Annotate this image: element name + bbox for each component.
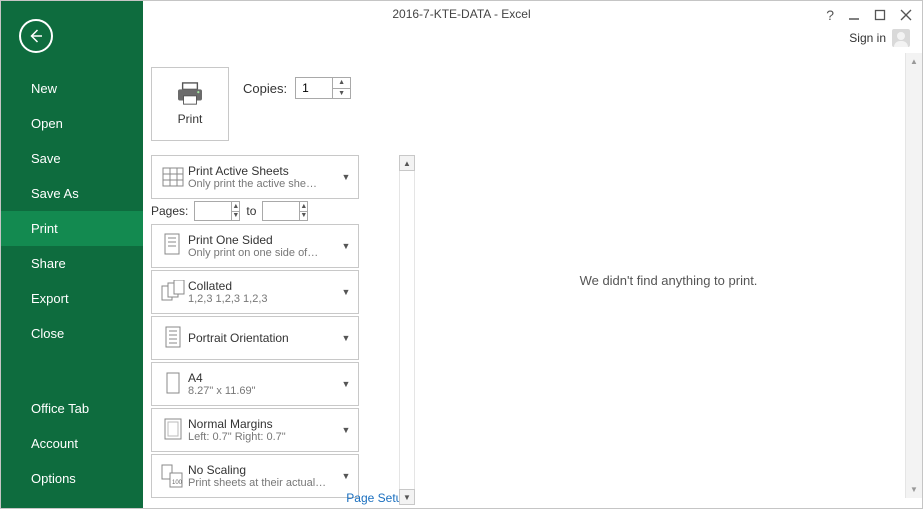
copies-label: Copies: [243,81,287,96]
copies-row: Copies: ▲ ▼ [243,77,351,99]
opt-print-one-sided[interactable]: Print One Sided Only print on one side o… [151,224,359,268]
menu-export[interactable]: Export [1,281,143,316]
chevron-down-icon: ▼ [340,379,352,389]
pages-to-spinner[interactable]: ▲▼ [262,201,308,221]
menu-save[interactable]: Save [1,141,143,176]
menu-print[interactable]: Print [1,211,143,246]
window-controls: ? [826,7,912,23]
backstage-menu: New Open Save Save As Print Share Export… [1,71,143,496]
chevron-down-icon: ▼ [340,425,352,435]
chevron-down-icon: ▼ [340,172,352,182]
margins-icon [158,415,188,445]
opt-title: Portrait Orientation [188,323,340,353]
scroll-up-icon[interactable]: ▲ [399,155,415,171]
scroll-down-icon[interactable]: ▼ [906,481,922,498]
settings-scrollbar[interactable]: ▲ ▼ [399,155,415,505]
opt-collated[interactable]: Collated 1,2,3 1,2,3 1,2,3 ▼ [151,270,359,314]
pages-label: Pages: [151,204,188,218]
spin-buttons[interactable]: ▲▼ [299,202,307,220]
signin-row[interactable]: Sign in [849,29,910,47]
back-button[interactable] [19,19,53,53]
menu-account[interactable]: Account [1,426,143,461]
preview-empty-message: We didn't find anything to print. [580,273,758,288]
preview-scrollbar[interactable]: ▲ ▼ [905,53,922,498]
opt-title: No Scaling [188,463,340,477]
opt-sub: Only print on one side of… [188,247,340,259]
menu-options[interactable]: Options [1,461,143,496]
scroll-track[interactable] [399,171,415,489]
spin-buttons[interactable]: ▲▼ [231,202,239,220]
chevron-down-icon: ▼ [340,471,352,481]
portrait-icon [158,323,188,353]
printer-icon [175,82,205,106]
menu-office-tab[interactable]: Office Tab [1,391,143,426]
one-sided-icon [158,231,188,261]
opt-title: Print One Sided [188,233,340,247]
opt-sub: 1,2,3 1,2,3 1,2,3 [188,293,340,305]
pages-from-input[interactable] [195,202,231,220]
menu-open[interactable]: Open [1,106,143,141]
print-preview-panel: We didn't find anything to print. ▲ ▼ [415,53,922,508]
close-button[interactable] [900,9,912,21]
menu-share[interactable]: Share [1,246,143,281]
opt-orientation[interactable]: Portrait Orientation ▼ [151,316,359,360]
spin-down-icon[interactable]: ▼ [333,89,350,99]
opt-title: Collated [188,279,340,293]
copies-input[interactable] [296,78,332,98]
spin-down-icon[interactable]: ▼ [232,212,239,221]
chevron-down-icon: ▼ [340,287,352,297]
pages-row: Pages: ▲▼ to ▲▼ [151,201,308,221]
menu-spacer [1,351,143,391]
print-button[interactable]: Print [151,67,229,141]
opt-title: A4 [188,371,340,385]
pages-from-spinner[interactable]: ▲▼ [194,201,240,221]
avatar-icon [892,29,910,47]
pages-to-input[interactable] [263,202,299,220]
opt-print-active-sheets[interactable]: Print Active Sheets Only print the activ… [151,155,359,199]
signin-label: Sign in [849,31,886,45]
page-icon [158,369,188,399]
spin-up-icon[interactable]: ▲ [300,202,307,212]
scaling-icon: 100 [158,461,188,491]
collated-icon [158,277,188,307]
spin-up-icon[interactable]: ▲ [333,78,350,89]
svg-text:100: 100 [172,480,183,486]
opt-title: Normal Margins [188,417,340,431]
arrow-left-icon [27,27,45,45]
sheets-icon [158,162,188,192]
opt-title: Print Active Sheets [188,164,340,178]
copies-spinner[interactable]: ▲ ▼ [295,77,351,99]
spin-up-icon[interactable]: ▲ [232,202,239,212]
pages-to-label: to [246,204,256,218]
scroll-up-icon[interactable]: ▲ [906,53,922,70]
chevron-down-icon: ▼ [340,241,352,251]
opt-sub: Left: 0.7" Right: 0.7" [188,431,340,443]
menu-close[interactable]: Close [1,316,143,351]
opt-paper-size[interactable]: A4 8.27" x 11.69" ▼ [151,362,359,406]
copies-spin-buttons[interactable]: ▲ ▼ [332,78,350,98]
opt-scaling[interactable]: 100 No Scaling Print sheets at their act… [151,454,359,498]
spin-down-icon[interactable]: ▼ [300,212,307,221]
minimize-button[interactable] [848,9,860,21]
backstage-sidebar: New Open Save Save As Print Share Export… [1,1,143,508]
scroll-down-icon[interactable]: ▼ [399,489,415,505]
print-button-label: Print [178,112,203,126]
opt-sub: Print sheets at their actual… [188,477,340,489]
print-settings-panel: Print Copies: ▲ ▼ Print Active Sheets On… [143,53,415,508]
menu-new[interactable]: New [1,71,143,106]
opt-sub: 8.27" x 11.69" [188,385,340,397]
menu-save-as[interactable]: Save As [1,176,143,211]
chevron-down-icon: ▼ [340,333,352,343]
opt-margins[interactable]: Normal Margins Left: 0.7" Right: 0.7" ▼ [151,408,359,452]
restore-button[interactable] [874,9,886,21]
help-icon[interactable]: ? [826,7,834,23]
opt-sub: Only print the active she… [188,178,340,190]
